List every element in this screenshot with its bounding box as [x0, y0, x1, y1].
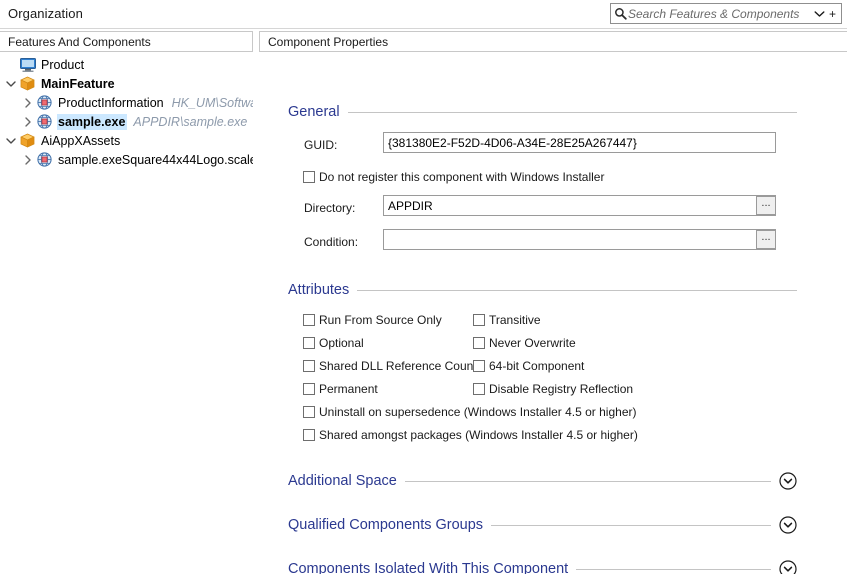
tree-item-product[interactable]: Product [0, 55, 253, 74]
directory-browse-button[interactable]: ... [756, 196, 776, 215]
section-divider [347, 111, 797, 113]
do-not-register-checkbox-row[interactable]: Do not register this component with Wind… [303, 169, 604, 185]
uninstall-on-supersedence-checkbox[interactable] [303, 406, 315, 418]
tree-item-path: HK_UM\Softwa [171, 95, 253, 110]
never-overwrite-label: Never Overwrite [489, 336, 576, 350]
search-box[interactable]: Search Features & Components + [610, 3, 842, 24]
shared-dll-reference-count-label: Shared DLL Reference Count [319, 359, 477, 373]
general-section-header: General [288, 103, 797, 121]
component-properties-panel: Component Properties General GUID: {3813… [259, 31, 847, 574]
attributes-section-header: Attributes [288, 281, 797, 299]
condition-label: Condition: [304, 235, 359, 249]
search-icon [614, 7, 627, 20]
run-from-source-only-row[interactable]: Run From Source Only [303, 312, 442, 328]
component-properties-body: General GUID: {381380E2-F52D-4D06-A34E-2… [259, 53, 847, 574]
qualified-components-groups-chevron-down-icon[interactable] [779, 516, 797, 534]
tree-item-aiappxassets[interactable]: AiAppXAssets [0, 131, 253, 150]
features-panel-header: Features And Components [0, 31, 253, 52]
section-divider [576, 568, 771, 570]
run-from-source-only-label: Run From Source Only [319, 313, 442, 327]
never-overwrite-checkbox[interactable] [473, 337, 485, 349]
uninstall-on-supersedence-label: Uninstall on supersedence (Windows Insta… [319, 405, 637, 419]
guid-label: GUID: [304, 138, 338, 152]
optional-checkbox[interactable] [303, 337, 315, 349]
tree-item-label: sample.exe [57, 113, 128, 130]
64-bit-component-checkbox[interactable] [473, 360, 485, 372]
optional-label: Optional [319, 336, 364, 350]
additional-space-title: Additional Space [288, 473, 397, 489]
section-divider [491, 524, 771, 526]
features-and-components-panel: Features And Components Product MainFeat… [0, 31, 253, 574]
monitor-icon [19, 57, 36, 73]
transitive-checkbox[interactable] [473, 314, 485, 326]
disable-registry-reflection-row[interactable]: Disable Registry Reflection [473, 381, 633, 397]
expander-expanded-icon[interactable] [3, 76, 19, 92]
components-isolated-title: Components Isolated With This Component [288, 561, 569, 574]
tree-item-productinformation[interactable]: ProductInformation HK_UM\Softwa [0, 93, 253, 112]
attributes-section-title: Attributes [288, 282, 350, 298]
search-input[interactable]: Search Features & Components [628, 7, 812, 21]
tree-item-mainfeature[interactable]: MainFeature [0, 74, 253, 93]
shared-amongst-packages-checkbox[interactable] [303, 429, 315, 441]
shared-amongst-packages-row[interactable]: Shared amongst packages (Windows Install… [303, 427, 638, 443]
expander-collapsed-icon[interactable] [20, 95, 36, 111]
tree-item-sample-exe[interactable]: sample.exe APPDIR\sample.exe [0, 112, 253, 131]
component-globe-icon [36, 152, 53, 168]
optional-row[interactable]: Optional [303, 335, 364, 351]
search-chevron-down-icon[interactable] [812, 10, 827, 18]
transitive-row[interactable]: Transitive [473, 312, 541, 328]
disable-registry-reflection-checkbox[interactable] [473, 383, 485, 395]
tree-item-label: sample.exeSquare44x44Logo.scale10 [58, 152, 253, 167]
feature-box-icon [19, 133, 36, 149]
section-divider [404, 480, 771, 482]
section-divider [357, 289, 797, 291]
shared-dll-reference-count-checkbox[interactable] [303, 360, 315, 372]
condition-browse-button[interactable]: ... [756, 230, 776, 249]
shared-amongst-packages-label: Shared amongst packages (Windows Install… [319, 428, 638, 442]
permanent-label: Permanent [319, 382, 378, 396]
components-isolated-section-header[interactable]: Components Isolated With This Component [288, 560, 797, 574]
guid-field[interactable]: {381380E2-F52D-4D06-A34E-28E25A267447} [383, 132, 776, 153]
expander-collapsed-icon[interactable] [20, 114, 36, 130]
run-from-source-only-checkbox[interactable] [303, 314, 315, 326]
additional-space-section-header[interactable]: Additional Space [288, 472, 797, 490]
never-overwrite-row[interactable]: Never Overwrite [473, 335, 576, 351]
feature-box-icon [19, 76, 36, 92]
component-properties-header: Component Properties [259, 31, 847, 52]
qualified-components-groups-section-header[interactable]: Qualified Components Groups [288, 516, 797, 534]
shared-dll-reference-count-row[interactable]: Shared DLL Reference Count [303, 358, 477, 374]
component-globe-icon [36, 114, 53, 130]
features-tree[interactable]: Product MainFeature ProductInformation H… [0, 53, 253, 574]
tree-item-label: AiAppXAssets [41, 133, 121, 148]
do-not-register-label: Do not register this component with Wind… [319, 170, 605, 184]
disable-registry-reflection-label: Disable Registry Reflection [489, 382, 634, 396]
directory-field[interactable]: APPDIR [383, 195, 776, 216]
expander-collapsed-icon[interactable] [20, 152, 36, 168]
component-globe-icon [36, 95, 53, 111]
directory-label: Directory: [304, 201, 356, 215]
permanent-checkbox[interactable] [303, 383, 315, 395]
permanent-row[interactable]: Permanent [303, 381, 378, 397]
transitive-label: Transitive [489, 313, 541, 327]
organization-title: Organization [8, 6, 83, 21]
64-bit-component-row[interactable]: 64-bit Component [473, 358, 584, 374]
tree-item-path: APPDIR\sample.exe [133, 114, 248, 129]
expander-expanded-icon[interactable] [3, 133, 19, 149]
tree-item-label: MainFeature [41, 76, 115, 91]
tree-item-label: ProductInformation [58, 95, 164, 110]
components-isolated-chevron-down-icon[interactable] [779, 560, 797, 574]
64-bit-component-label: 64-bit Component [489, 359, 585, 373]
do-not-register-checkbox[interactable] [303, 171, 315, 183]
top-bar: Organization Search Features & Component… [0, 0, 847, 29]
condition-field[interactable] [383, 229, 776, 250]
uninstall-on-supersedence-row[interactable]: Uninstall on supersedence (Windows Insta… [303, 404, 637, 420]
qualified-components-groups-title: Qualified Components Groups [288, 517, 484, 533]
tree-item-sample-exe-square-logo[interactable]: sample.exeSquare44x44Logo.scale10 [0, 150, 253, 169]
tree-item-label: Product [41, 57, 85, 72]
general-section-title: General [288, 104, 340, 120]
additional-space-chevron-down-icon[interactable] [779, 472, 797, 490]
search-plus-icon[interactable]: + [827, 8, 838, 20]
